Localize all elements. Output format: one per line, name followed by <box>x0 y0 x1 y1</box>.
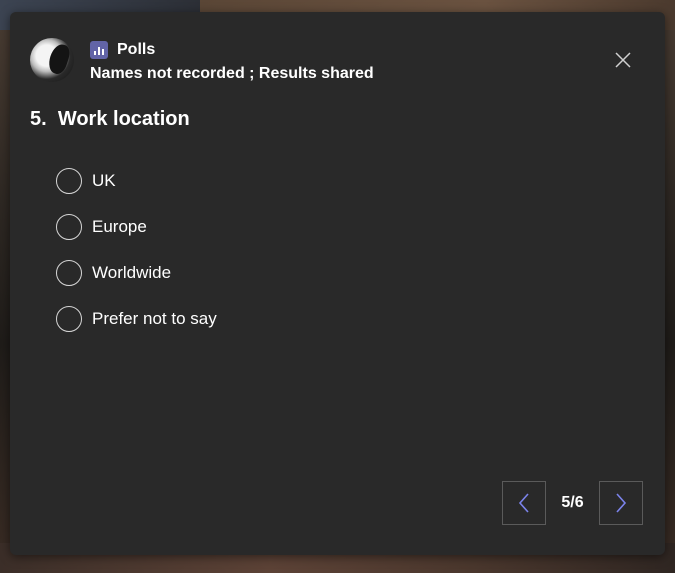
radio-button[interactable] <box>56 168 82 194</box>
option-worldwide[interactable]: Worldwide <box>56 258 217 288</box>
option-label: Worldwide <box>92 263 172 282</box>
question-title: 5. Work location <box>30 108 190 131</box>
close-icon <box>615 52 631 68</box>
option-label: Prefer not to say <box>92 309 217 328</box>
bar-chart-icon <box>90 41 108 59</box>
poll-settings-subtitle: Names not recorded ; Results shared <box>90 65 374 82</box>
previous-button[interactable] <box>502 481 546 525</box>
page-indicator: 5/6 <box>561 494 584 511</box>
chevron-left-icon <box>518 493 529 513</box>
option-label: UK <box>92 171 116 190</box>
options-list: UK Europe Worldwide Prefer not to say <box>56 166 217 350</box>
pagination: 5/6 <box>502 481 643 525</box>
option-europe[interactable]: Europe <box>56 212 217 242</box>
radio-button[interactable] <box>56 214 82 240</box>
radio-button[interactable] <box>56 306 82 332</box>
poll-card: Polls Names not recorded ; Results share… <box>10 12 665 555</box>
radio-button[interactable] <box>56 260 82 286</box>
chevron-right-icon <box>616 493 627 513</box>
app-header: Polls <box>90 41 155 59</box>
question-number: 5. <box>30 108 47 130</box>
next-button[interactable] <box>599 481 643 525</box>
question-text: Work location <box>57 108 190 130</box>
close-button[interactable] <box>613 50 633 70</box>
option-label: Europe <box>92 217 147 236</box>
option-prefer-not-to-say[interactable]: Prefer not to say <box>56 304 217 334</box>
option-uk[interactable]: UK <box>56 166 217 196</box>
app-name: Polls <box>117 41 156 58</box>
avatar <box>30 38 74 82</box>
